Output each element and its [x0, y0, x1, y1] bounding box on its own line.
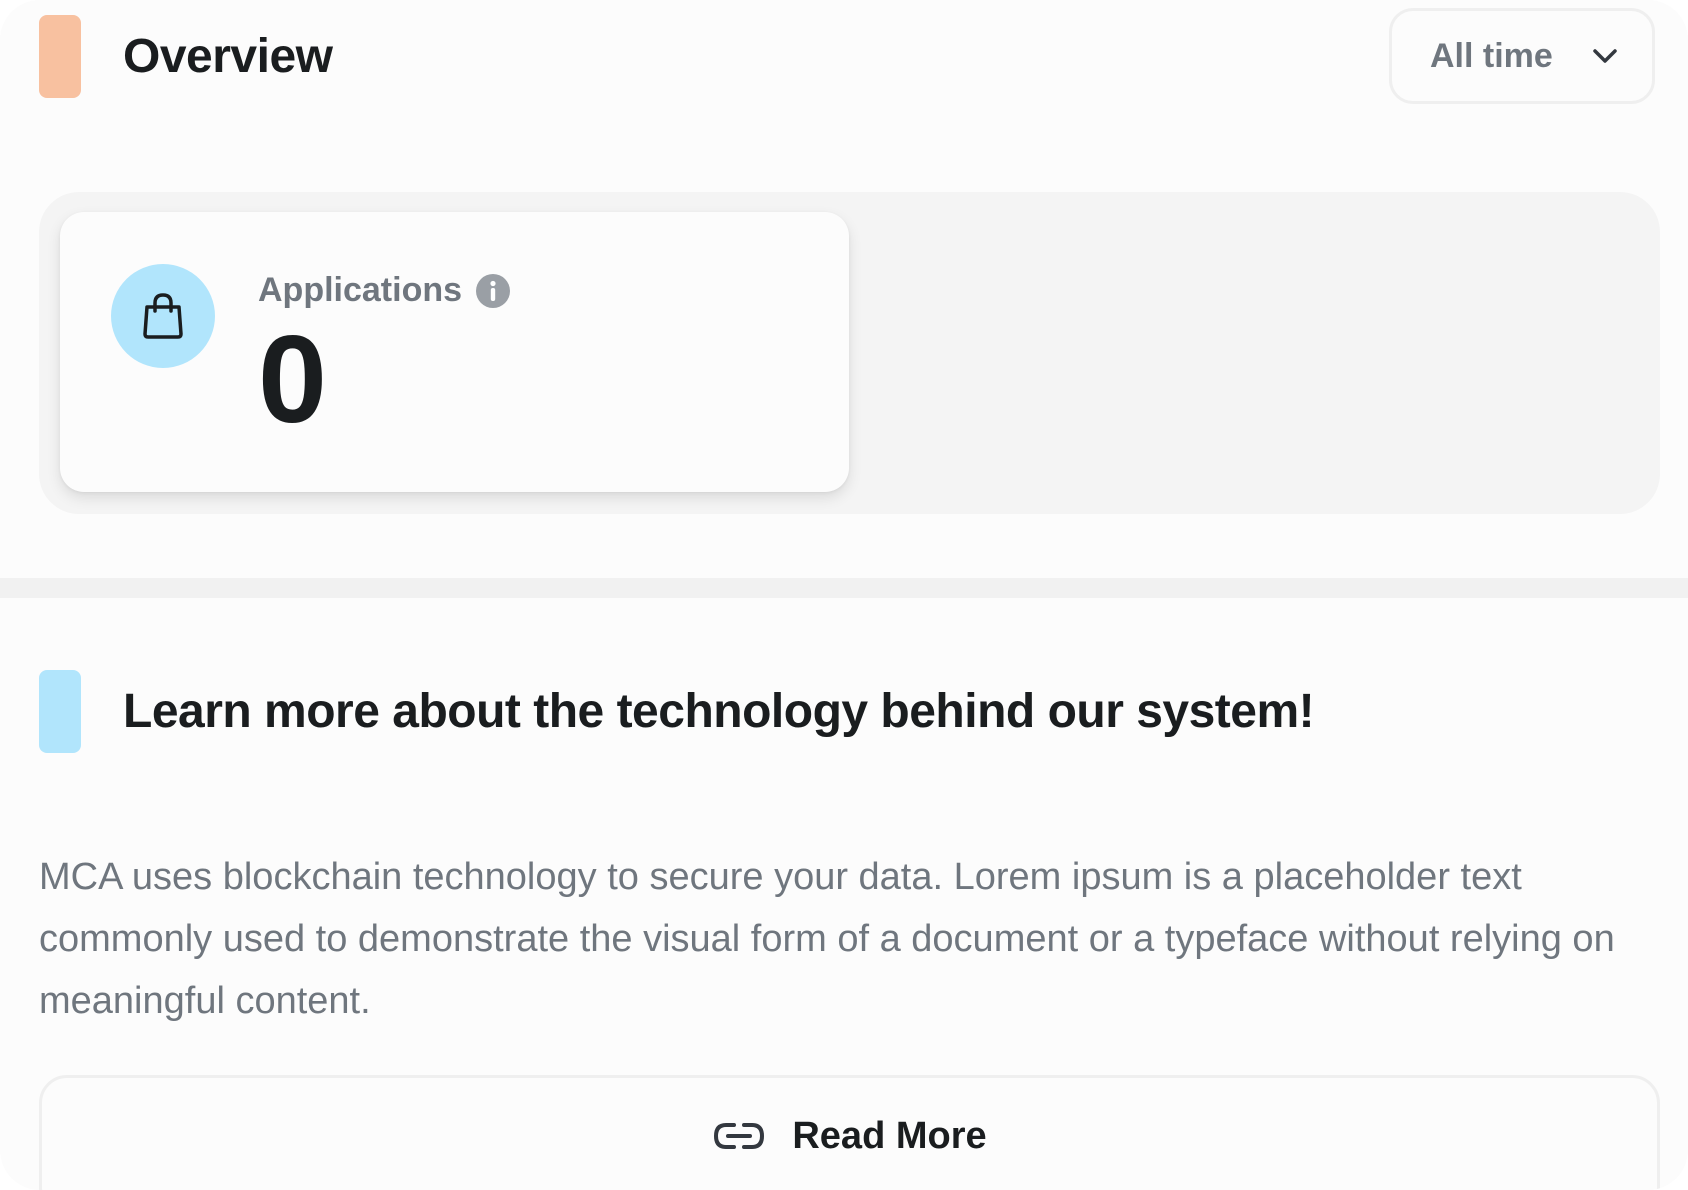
- learn-more-description: MCA uses blockchain technology to secure…: [39, 856, 1615, 1022]
- section-divider: [0, 578, 1688, 598]
- learn-more-accent-bar: [39, 670, 81, 753]
- stats-panel: Applications 0: [39, 192, 1660, 514]
- link-icon: [714, 1123, 765, 1149]
- read-more-button[interactable]: Read More: [39, 1075, 1660, 1190]
- time-range-value: All time: [1430, 36, 1553, 75]
- applications-label: Applications: [258, 271, 463, 309]
- stat-icon-circle: [111, 264, 215, 368]
- overview-section: Overview All time Applications 0: [0, 0, 1688, 578]
- shopping-bag-icon: [143, 293, 183, 339]
- applications-count: 0: [258, 311, 327, 449]
- chevron-down-icon: [1593, 49, 1617, 63]
- applications-stat-card[interactable]: Applications 0: [60, 212, 849, 492]
- overview-title: Overview: [123, 30, 333, 83]
- dashboard-page: Overview All time Applications 0 Learn m…: [0, 0, 1688, 1190]
- read-more-label: Read More: [792, 1115, 987, 1157]
- time-range-select[interactable]: All time: [1389, 8, 1655, 104]
- info-icon[interactable]: [475, 273, 511, 309]
- read-more-content: Read More: [42, 1114, 1657, 1158]
- overview-accent-bar: [39, 15, 81, 98]
- learn-more-title: Learn more about the technology behind o…: [123, 685, 1315, 738]
